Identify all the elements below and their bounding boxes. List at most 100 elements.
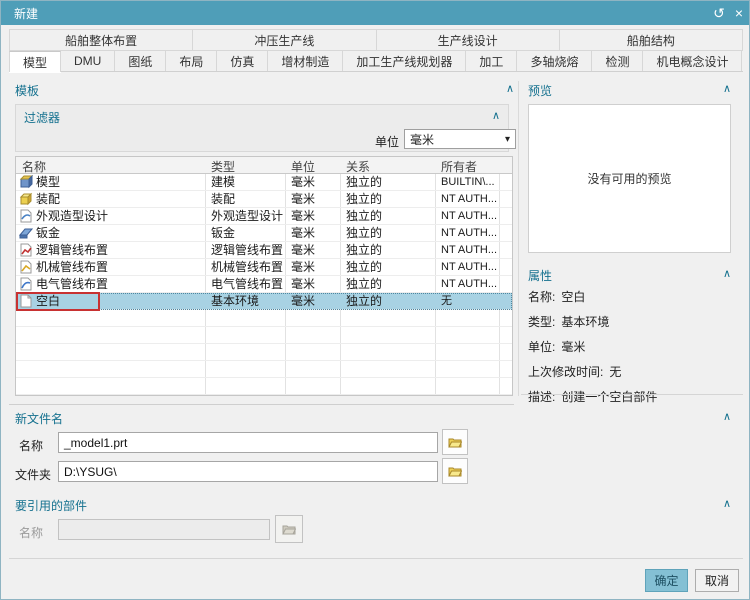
template-name: 机械管线布置 (36, 259, 108, 275)
panel-divider (518, 81, 519, 396)
template-owner: NT AUTH... (441, 276, 511, 292)
properties-section-title: 属性 (528, 267, 552, 284)
tab-dmu[interactable]: DMU (61, 51, 115, 71)
table-row-model[interactable]: 模型 建模 毫米 独立的 BUILTIN\... (16, 174, 512, 191)
template-units: 毫米 (291, 259, 339, 275)
tab-stamping-line[interactable]: 冲压生产线 (193, 29, 376, 51)
assembly-icon (19, 192, 33, 206)
properties-separator (521, 394, 743, 395)
tab-machining-line-planner[interactable]: 加工生产线规划器 (343, 51, 466, 71)
chevron-down-icon: ▾ (505, 134, 510, 145)
tab-mechatronics-concept[interactable]: 机电概念设计 (643, 51, 742, 71)
preview-collapse-icon[interactable]: ∧ (723, 82, 731, 99)
tab-ship-structure[interactable]: 船舶结构 (560, 29, 743, 51)
tab-model[interactable]: 模型 (9, 51, 61, 72)
reset-icon[interactable]: ↺ (713, 6, 725, 20)
open-folder-icon (448, 464, 462, 478)
tab-layout[interactable]: 布局 (166, 51, 217, 71)
template-type: 机械管线布置 (211, 259, 283, 275)
tab-simulation[interactable]: 仿真 (217, 51, 268, 71)
table-row-sheet-metal[interactable]: 钣金 钣金 毫米 独立的 NT AUTH... (16, 225, 512, 242)
template-type: 外观造型设计 (211, 208, 283, 224)
folder-path-input[interactable]: D:\YSUG\ (58, 461, 438, 482)
template-relationship: 独立的 (346, 242, 432, 258)
electrical-routing-icon (19, 277, 33, 291)
filter-title: 过滤器 (24, 109, 60, 126)
reference-collapse-icon[interactable]: ∧ (723, 497, 731, 514)
tab-manufacturing[interactable]: 加工 (466, 51, 517, 71)
filter-collapse-icon[interactable]: ∧ (492, 109, 500, 126)
reference-name-input (58, 519, 270, 540)
header-type[interactable]: 类型 (211, 158, 235, 175)
template-units: 毫米 (291, 276, 339, 292)
template-relationship: 独立的 (346, 225, 432, 241)
template-table: 名称 类型 单位 关系 所有者 模型 建模 毫米 独立的 BUILTIN\...… (15, 156, 513, 396)
file-name-input[interactable]: _model1.prt (58, 432, 438, 453)
browse-folder-button[interactable] (442, 458, 468, 484)
template-type: 电气管线布置 (211, 276, 283, 292)
properties-collapse-icon[interactable]: ∧ (723, 267, 731, 284)
tab-multi-axis-deposition[interactable]: 多轴烧熔 (517, 51, 592, 71)
footer-separator (9, 558, 743, 559)
prop-units-label: 单位: (528, 340, 555, 354)
shape-studio-icon (19, 209, 33, 223)
preview-area: 没有可用的预览 (528, 104, 731, 253)
table-row-mechanical-routing[interactable]: 机械管线布置 机械管线布置 毫米 独立的 NT AUTH... (16, 259, 512, 276)
prop-modified-label: 上次修改时间: (528, 365, 603, 379)
header-units[interactable]: 单位 (291, 158, 315, 175)
templates-section-title: 模板 (15, 82, 39, 99)
template-units: 毫米 (291, 225, 339, 241)
template-type: 逻辑管线布置 (211, 242, 283, 258)
template-units: 毫米 (291, 174, 339, 190)
logical-routing-icon (19, 243, 33, 257)
application-tabs: 模型 DMU 图纸 布局 仿真 增材制造 加工生产线规划器 加工 多轴烧熔 检测… (9, 51, 743, 72)
browse-file-button[interactable] (442, 429, 468, 455)
dialog-title: 新建 (14, 5, 38, 22)
templates-collapse-icon[interactable]: ∧ (506, 82, 514, 99)
template-relationship: 独立的 (346, 174, 432, 190)
ok-button[interactable]: 确定 (645, 569, 688, 592)
reference-section-title: 要引用的部件 (15, 497, 87, 514)
new-file-collapse-icon[interactable]: ∧ (723, 410, 731, 427)
template-relationship: 独立的 (346, 276, 432, 292)
prop-units-value: 毫米 (561, 340, 585, 354)
tab-production-line-design[interactable]: 生产线设计 (377, 29, 560, 51)
table-row-shape-studio[interactable]: 外观造型设计 外观造型设计 毫米 独立的 NT AUTH... (16, 208, 512, 225)
header-name[interactable]: 名称 (22, 158, 46, 175)
template-relationship: 独立的 (346, 191, 432, 207)
folder-disabled-icon (282, 522, 296, 536)
template-type: 装配 (211, 191, 283, 207)
table-row-electrical-routing[interactable]: 电气管线布置 电气管线布置 毫米 独立的 NT AUTH... (16, 276, 512, 293)
filter-group: 过滤器 ∧ 单位 毫米 ▾ (15, 104, 509, 152)
units-dropdown[interactable]: 毫米 ▾ (404, 129, 516, 149)
table-header-row: 名称 类型 单位 关系 所有者 (16, 157, 512, 174)
tab-ship-general-arrangement[interactable]: 船舶整体布置 (9, 29, 193, 51)
template-relationship: 独立的 (346, 259, 432, 275)
preview-empty-text: 没有可用的预览 (587, 170, 671, 187)
dialog-titlebar[interactable]: 新建 ↺ × (1, 1, 750, 25)
table-row-assembly[interactable]: 装配 装配 毫米 独立的 NT AUTH... (16, 191, 512, 208)
tab-drawing[interactable]: 图纸 (115, 51, 166, 71)
prop-name-label: 名称: (528, 290, 555, 304)
folder-label: 文件夹 (15, 466, 51, 483)
folder-path-value: D:\YSUG\ (64, 465, 117, 479)
preview-section-title: 预览 (528, 82, 552, 99)
table-empty-area (16, 310, 512, 395)
new-part-dialog: 新建 ↺ × 船舶整体布置 冲压生产线 生产线设计 船舶结构 模型 DMU 图纸… (0, 0, 750, 600)
template-name: 逻辑管线布置 (36, 242, 108, 258)
close-icon[interactable]: × (735, 6, 743, 20)
template-name: 装配 (36, 191, 60, 207)
template-owner: NT AUTH... (441, 259, 511, 275)
template-type: 钣金 (211, 225, 283, 241)
tab-additive-manufacturing[interactable]: 增材制造 (268, 51, 343, 71)
header-owner[interactable]: 所有者 (441, 158, 477, 175)
template-owner: NT AUTH... (441, 208, 511, 224)
template-owner: NT AUTH... (441, 225, 511, 241)
template-owner: 无 (441, 293, 511, 309)
tab-inspection[interactable]: 检测 (592, 51, 643, 71)
cancel-button[interactable]: 取消 (695, 569, 739, 592)
header-relationship[interactable]: 关系 (346, 158, 370, 175)
template-name: 模型 (36, 174, 60, 190)
table-row-logical-routing[interactable]: 逻辑管线布置 逻辑管线布置 毫米 独立的 NT AUTH... (16, 242, 512, 259)
file-name-value: _model1.prt (64, 436, 127, 450)
